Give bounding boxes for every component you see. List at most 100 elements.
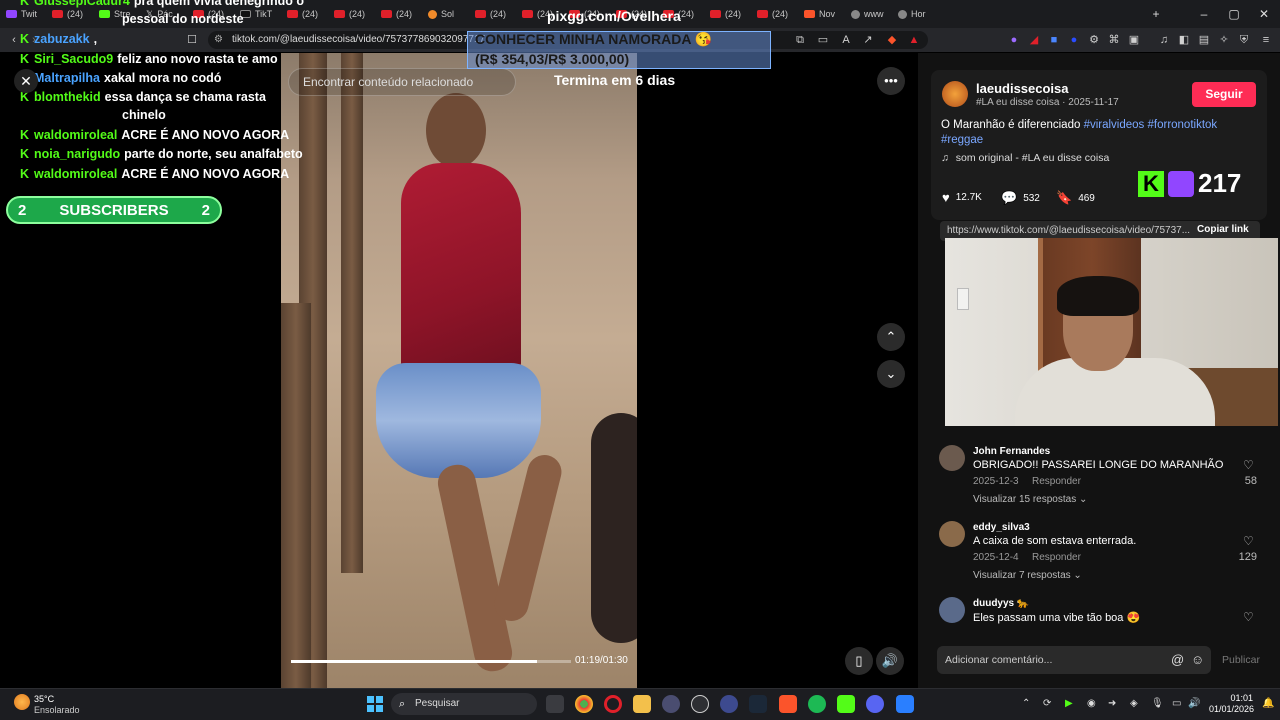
ai-icon[interactable]: ✧	[1216, 32, 1232, 48]
hashtag-link[interactable]: #forronotiktok	[1148, 119, 1218, 131]
follow-button[interactable]: Seguir	[1192, 82, 1256, 107]
next-video-button[interactable]: ⌄	[877, 360, 905, 388]
chat-username[interactable]: Maltrapilha	[34, 71, 100, 85]
wallet-icon[interactable]: ▤	[1196, 32, 1212, 48]
file-explorer-icon[interactable]	[633, 695, 651, 713]
heart-icon[interactable]: ♡	[1243, 610, 1254, 624]
cast-icon[interactable]: ▭	[815, 32, 831, 48]
show-hidden-icons[interactable]: ⌃	[1022, 698, 1030, 709]
comment-author[interactable]: duudyys 🐆	[973, 598, 1029, 609]
browser-tab[interactable]: (24)	[751, 0, 798, 28]
comment-author[interactable]: eddy_silva3	[973, 522, 1030, 533]
comment-input[interactable]: Adicionar comentário... @ ☺	[937, 646, 1211, 674]
app-icon[interactable]	[662, 695, 680, 713]
volume-icon[interactable]: 🔊	[1188, 698, 1200, 709]
chrome-icon[interactable]	[575, 695, 593, 713]
spotify-icon[interactable]	[808, 695, 826, 713]
minimize-button[interactable]: –	[1188, 0, 1220, 28]
browser-tab[interactable]: Nov	[798, 0, 845, 28]
chat-username[interactable]: blomthekid	[34, 90, 101, 104]
maximize-button[interactable]: ▢	[1218, 0, 1250, 28]
sound-link[interactable]: ♫ som original - #LA eu disse coisa	[941, 152, 1109, 164]
network-icon[interactable]: ▭	[1172, 698, 1181, 709]
tray-app-icon[interactable]: ◈	[1130, 698, 1138, 709]
taskbar-search[interactable]: ⌕ Pesquisar	[391, 693, 537, 715]
taskbar-clock[interactable]: 01:01 01/01/2026	[1209, 693, 1254, 715]
browser-tab[interactable]: (24)	[469, 0, 516, 28]
opera-icon[interactable]	[604, 695, 622, 713]
notification-icon[interactable]: 🔔	[1262, 698, 1274, 709]
browser-tab[interactable]: www	[845, 0, 892, 28]
heart-icon[interactable]: ♡	[1243, 534, 1254, 548]
tray-app-icon[interactable]: ➜	[1108, 698, 1116, 709]
extension-icon[interactable]: ◢	[1026, 32, 1042, 48]
music-icon[interactable]: ♫	[1156, 32, 1172, 48]
kick-icon[interactable]	[837, 695, 855, 713]
extension-icon[interactable]: ⌘	[1106, 32, 1122, 48]
chat-username[interactable]: waldomiroleal	[34, 167, 117, 181]
video-player[interactable]	[281, 53, 637, 688]
obs-icon[interactable]	[691, 695, 709, 713]
chat-username[interactable]: waldomiroleal	[34, 128, 117, 142]
close-icon[interactable]: ✕	[14, 69, 38, 93]
chat-username[interactable]: noia_narigudo	[34, 147, 120, 161]
browser-tab[interactable]: Hor	[892, 0, 939, 28]
share-icon[interactable]: ↗	[860, 32, 876, 48]
reply-button[interactable]: Responder	[1032, 476, 1081, 487]
app-icon[interactable]	[720, 695, 738, 713]
menu-icon[interactable]: ≡	[1258, 32, 1274, 48]
new-tab-button[interactable]: +	[1140, 0, 1172, 28]
previous-video-button[interactable]: ⌃	[877, 323, 905, 351]
hashtag-link[interactable]: #viralvideos	[1084, 119, 1145, 131]
like-button[interactable]: ♥ 12.7K	[942, 190, 982, 205]
avatar[interactable]	[939, 521, 965, 547]
tray-app-icon[interactable]: ▶	[1065, 698, 1073, 709]
more-options-button[interactable]: •••	[877, 67, 905, 95]
copy-link-button[interactable]: Copiar link	[1197, 224, 1249, 235]
avatar[interactable]	[939, 445, 965, 471]
save-button[interactable]: 🔖 469	[1056, 190, 1095, 206]
browser-tab[interactable]: (24)	[704, 0, 751, 28]
publish-button[interactable]: Publicar	[1222, 654, 1260, 666]
sidebar-icon[interactable]: ◧	[1176, 32, 1192, 48]
chat-username[interactable]: zabuzakk	[34, 32, 90, 46]
extension-icon[interactable]: ●	[1066, 32, 1082, 48]
video-progress-bar[interactable]	[291, 660, 571, 663]
extension-icon[interactable]: ■	[1046, 32, 1062, 48]
heart-icon[interactable]: ♡	[1243, 458, 1254, 472]
task-view-icon[interactable]	[546, 695, 564, 713]
extension-icon[interactable]: ●	[1006, 32, 1022, 48]
tray-app-icon[interactable]: ⟳	[1043, 698, 1051, 709]
steam-icon[interactable]	[749, 695, 767, 713]
author-name[interactable]: laeudissecoisa	[976, 81, 1069, 96]
mention-icon[interactable]: @	[1171, 646, 1184, 674]
emoji-icon[interactable]: ☺	[1191, 646, 1204, 674]
reply-button[interactable]: Responder	[1032, 552, 1081, 563]
volume-button[interactable]: 🔊	[876, 647, 904, 675]
windows-start-icon[interactable]	[367, 696, 383, 712]
tray-app-icon[interactable]: ◉	[1087, 698, 1096, 709]
comment-author[interactable]: John Fernandes	[973, 446, 1050, 457]
avatar[interactable]	[939, 597, 965, 623]
browser-tab[interactable]: Sol	[422, 0, 469, 28]
find-related-search[interactable]: Encontrar conteúdo relacionado	[288, 68, 516, 96]
reader-icon[interactable]: ⧉	[792, 32, 808, 48]
translate-icon[interactable]: A	[838, 32, 854, 48]
view-replies-button[interactable]: Visualizar 15 respostas ⌄	[973, 494, 1087, 505]
close-window-button[interactable]: ✕	[1248, 0, 1280, 28]
discord-icon[interactable]	[866, 695, 884, 713]
comment-button[interactable]: 💬 532	[1001, 190, 1040, 206]
microphone-icon[interactable]: 🎙	[1151, 698, 1164, 709]
browser-tab[interactable]: (24)	[375, 0, 422, 28]
view-replies-button[interactable]: Visualizar 7 respostas ⌄	[973, 570, 1082, 581]
avatar[interactable]	[942, 81, 968, 107]
extension-icon[interactable]: ⚙	[1086, 32, 1102, 48]
brave-icon[interactable]	[779, 695, 797, 713]
weather-sun-icon[interactable]	[14, 694, 30, 710]
notepad-icon[interactable]	[896, 695, 914, 713]
chat-username[interactable]: GiusseplCadur4	[34, 0, 130, 8]
chat-username[interactable]: Siri_Sacudo9	[34, 52, 113, 66]
brave-shield-icon[interactable]: ◆	[884, 32, 900, 48]
miniplayer-button[interactable]: ▯	[845, 647, 873, 675]
hashtag-link[interactable]: #reggae	[941, 134, 983, 146]
